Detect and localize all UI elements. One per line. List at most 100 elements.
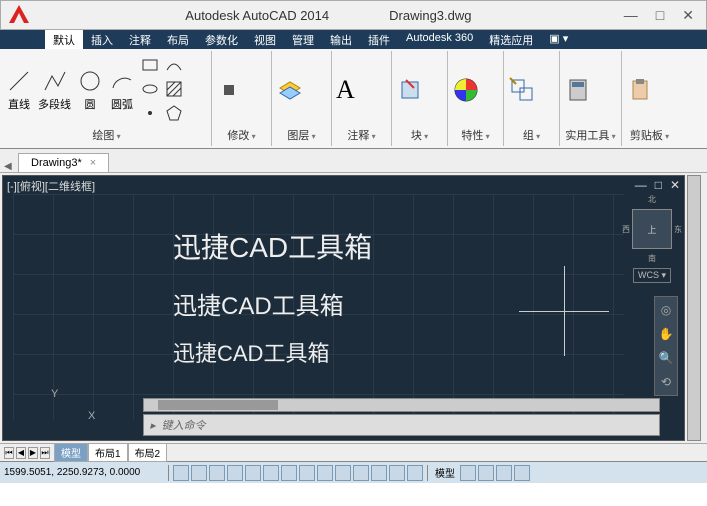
status-3dosnap-icon[interactable] [263, 465, 279, 481]
drawing-text: 迅捷CAD工具箱 [173, 226, 372, 266]
status-snap-icon[interactable] [173, 465, 189, 481]
layout-nav-last[interactable]: ⏭ [40, 447, 50, 459]
drawing-text: 迅捷CAD工具箱 [173, 336, 329, 368]
tool-circle[interactable]: 圆 [77, 68, 103, 112]
panel-name-prop[interactable]: 特性 [452, 126, 499, 144]
panel-name-layer[interactable]: 图层 [276, 126, 327, 144]
viewcube-east: 东 [674, 224, 682, 235]
panel-name-clip[interactable]: 剪贴板 [626, 126, 673, 144]
ribbon-tab-view[interactable]: 视图 [246, 30, 284, 49]
drawing-text: 迅捷CAD工具箱 [173, 286, 344, 321]
minimize-button[interactable]: — [624, 7, 638, 24]
workspace: [-][俯视][二维线框] — □ ✕ 迅捷CAD工具箱 迅捷CAD工具箱 迅捷… [0, 173, 707, 443]
vertical-scrollbar[interactable] [687, 175, 701, 441]
status-tpy-icon[interactable] [353, 465, 369, 481]
viewport-minimize[interactable]: — [635, 178, 647, 192]
layout-tab-2[interactable]: 布局2 [128, 443, 168, 462]
polygon-icon[interactable] [165, 104, 183, 122]
layout-nav-first[interactable]: ⏮ [4, 447, 14, 459]
status-qv-icon[interactable] [478, 465, 494, 481]
layout-tabs: ⏮ ◀ ▶ ⏭ 模型 布局1 布局2 [0, 443, 707, 461]
app-title: Autodesk AutoCAD 2014 [185, 8, 329, 23]
title-bar: Autodesk AutoCAD 2014 Drawing3.dwg — □ ✕ [0, 0, 707, 30]
status-model-space[interactable]: 模型 [432, 465, 458, 480]
tool-utilities[interactable] [564, 76, 592, 104]
nav-pan-icon[interactable]: ✋ [659, 327, 674, 341]
doc-tab-close[interactable]: × [90, 157, 96, 169]
panel-name-block[interactable]: 块 [396, 126, 443, 144]
point-icon[interactable] [141, 104, 159, 122]
layout-tab-model[interactable]: 模型 [54, 443, 88, 462]
tool-group[interactable] [508, 76, 536, 104]
tool-modify[interactable] [216, 77, 242, 103]
drawing-canvas[interactable]: [-][俯视][二维线框] — □ ✕ 迅捷CAD工具箱 迅捷CAD工具箱 迅捷… [2, 175, 685, 441]
status-layout-icon[interactable] [460, 465, 476, 481]
layout-tab-1[interactable]: 布局1 [88, 443, 128, 462]
ribbon-tab-default[interactable]: 默认 [45, 30, 83, 49]
status-am-icon[interactable] [407, 465, 423, 481]
panel-name-group[interactable]: 组 [508, 126, 555, 144]
command-line[interactable]: ▸ 键入命令 [143, 414, 660, 436]
viewport-close[interactable]: ✕ [670, 178, 680, 192]
status-grid-icon[interactable] [191, 465, 207, 481]
ribbon-tab-output[interactable]: 输出 [322, 30, 360, 49]
viewcube-south: 南 [648, 253, 656, 264]
ribbon-tabs: 默认 插入 注释 布局 参数化 视图 管理 输出 插件 Autodesk 360… [0, 30, 707, 49]
maximize-button[interactable]: □ [656, 7, 664, 24]
status-annovis-icon[interactable] [514, 465, 530, 481]
ellipse-icon[interactable] [141, 80, 159, 98]
horizontal-scrollbar[interactable] [143, 398, 660, 412]
status-dyn-icon[interactable] [317, 465, 333, 481]
ucs-y-axis: Y [51, 388, 58, 400]
tool-arc[interactable]: 圆弧 [109, 68, 135, 112]
ribbon-tab-featured[interactable]: 精选应用 [481, 30, 541, 49]
ribbon-tab-manage[interactable]: 管理 [284, 30, 322, 49]
status-lwt-icon[interactable] [335, 465, 351, 481]
doc-tab-label: Drawing3* [31, 157, 82, 169]
close-button[interactable]: ✕ [682, 7, 694, 24]
viewcube[interactable]: 上 [632, 209, 672, 249]
layout-nav-prev[interactable]: ◀ [16, 447, 26, 459]
ribbon-tab-annotate[interactable]: 注释 [121, 30, 159, 49]
spline-icon[interactable] [165, 56, 183, 74]
panel-name-modify[interactable]: 修改 [216, 126, 267, 144]
status-ducs-icon[interactable] [299, 465, 315, 481]
ribbon-tab-extra[interactable]: ▣ ▾ [541, 30, 576, 49]
tool-layer[interactable] [276, 76, 304, 104]
status-polar-icon[interactable] [227, 465, 243, 481]
wcs-dropdown[interactable]: WCS ▾ [633, 268, 671, 283]
tool-clipboard[interactable] [626, 76, 654, 104]
ribbon-tab-layout[interactable]: 布局 [159, 30, 197, 49]
ribbon-tab-plugin[interactable]: 插件 [360, 30, 398, 49]
nav-zoom-icon[interactable]: 🔍 [659, 351, 674, 365]
tool-line[interactable]: 直线 [6, 68, 32, 112]
doc-title: Drawing3.dwg [389, 8, 471, 23]
status-osnap-icon[interactable] [245, 465, 261, 481]
tool-properties[interactable] [452, 76, 480, 104]
viewcube-west: 西 [622, 224, 630, 235]
nav-orbit-icon[interactable]: ⟲ [661, 375, 671, 389]
hatch-icon[interactable] [165, 80, 183, 98]
nav-wheel-icon[interactable]: ◎ [661, 303, 671, 317]
status-sc-icon[interactable] [389, 465, 405, 481]
status-otrack-icon[interactable] [281, 465, 297, 481]
panel-name-annot[interactable]: 注释 [336, 126, 387, 144]
panel-name-draw[interactable]: 绘图 [6, 126, 207, 144]
rect-icon[interactable] [141, 56, 159, 74]
status-qp-icon[interactable] [371, 465, 387, 481]
ribbon-tab-a360[interactable]: Autodesk 360 [398, 30, 481, 49]
viewport-label[interactable]: [-][俯视][二维线框] [7, 178, 95, 194]
status-ortho-icon[interactable] [209, 465, 225, 481]
ribbon-tab-parametric[interactable]: 参数化 [197, 30, 246, 49]
viewport-maximize[interactable]: □ [655, 178, 662, 192]
ucs-x-axis: X [88, 410, 95, 422]
doc-tab[interactable]: Drawing3* × [18, 153, 109, 172]
document-tabs: Drawing3* × [0, 149, 707, 173]
ribbon-tab-insert[interactable]: 插入 [83, 30, 121, 49]
layout-nav-next[interactable]: ▶ [28, 447, 38, 459]
tool-annotation[interactable]: A [336, 75, 355, 105]
tool-block[interactable] [396, 76, 424, 104]
panel-name-util[interactable]: 实用工具 [564, 126, 617, 144]
status-annoscale-icon[interactable] [496, 465, 512, 481]
tool-polyline[interactable]: 多段线 [38, 68, 71, 112]
